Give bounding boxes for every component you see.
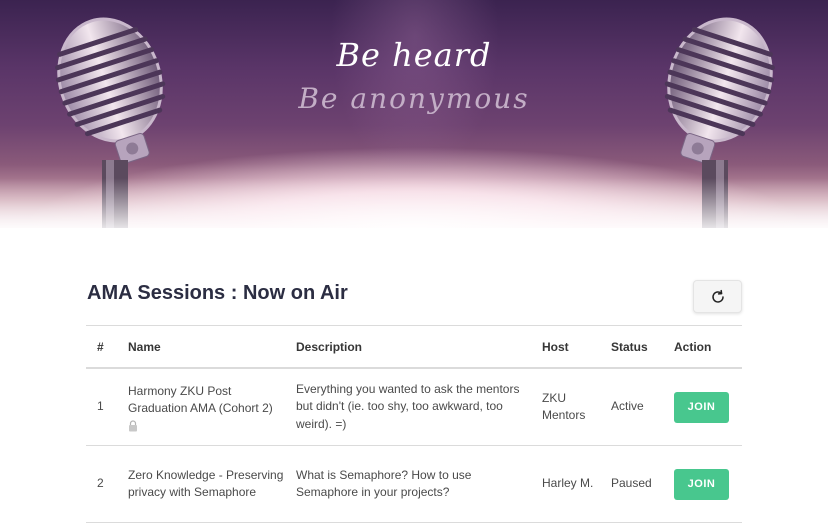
row-description: What is Semaphore? How to use Semaphore … [296,467,472,500]
table-header-row: # Name Description Host Status Action [86,326,742,369]
row-host: ZKU Mentors [542,390,586,423]
session-name: Zero Knowledge - Preserving privacy with… [128,467,284,500]
join-button[interactable]: JOIN [674,391,729,423]
hero-tagline-primary: Be heard [336,36,492,74]
row-name: Harmony ZKU Post Graduation AMA (Cohort … [128,383,296,432]
header-description: Description [296,339,363,354]
row-description: Everything you wanted to ask the mentors… [296,381,520,431]
session-name: Harmony ZKU Post Graduation AMA (Cohort … [128,383,273,416]
table-row: 1 Harmony ZKU Post Graduation AMA (Cohor… [86,369,742,446]
header-host: Host [542,339,569,354]
sessions-table: # Name Description Host Status Action 1 … [86,325,742,523]
row-num: 1 [97,399,104,414]
table-row: 2 Zero Knowledge - Preserving privacy wi… [86,446,742,523]
row-status: Active [611,399,644,414]
header-num: # [97,339,104,354]
row-host: Harley M. [542,476,594,491]
hero-tagline-secondary: Be anonymous [298,82,530,115]
row-status: Paused [611,476,652,491]
header-action: Action [674,339,712,354]
row-action: JOIN [674,391,742,423]
row-num: 2 [97,476,104,491]
row-action: JOIN [674,468,742,500]
header-status: Status [611,339,648,354]
lock-icon [129,419,137,431]
join-button[interactable]: JOIN [674,468,729,500]
hero-banner: Be heard Be anonymous [0,0,828,228]
header-name: Name [128,339,161,354]
refresh-icon [711,289,724,303]
refresh-button[interactable] [693,280,742,313]
page-title: AMA Sessions : Now on Air [87,282,348,304]
